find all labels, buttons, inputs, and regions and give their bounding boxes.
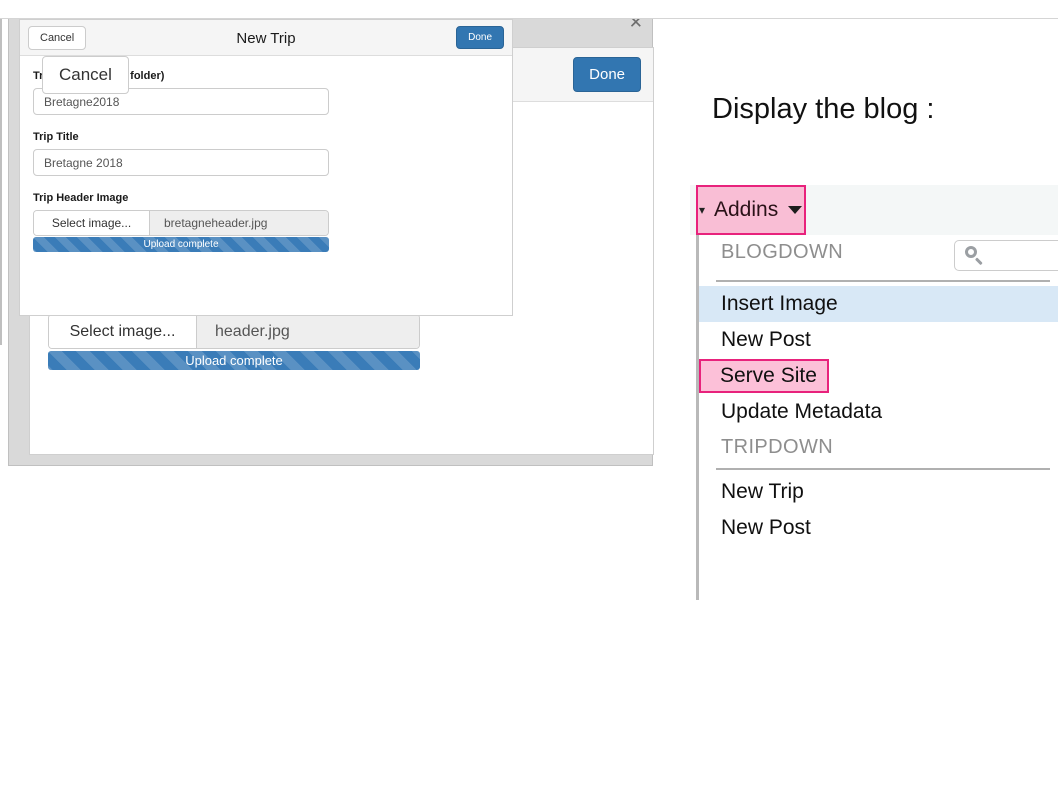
selected-file-name: header.jpg — [197, 315, 419, 348]
done-button-secondary[interactable]: Done — [456, 26, 504, 49]
menu-section-title-1: TRIPDOWN — [721, 436, 834, 458]
menu-item-new-post-tripdown[interactable]: New Post — [699, 510, 1058, 546]
trip-title-input-secondary[interactable]: Bretagne 2018 — [33, 149, 329, 176]
file-picker: Select image... header.jpg — [48, 314, 420, 349]
menu-item-new-trip[interactable]: New Trip — [699, 474, 1058, 510]
right-panel: Display the blog : ▾ Addins BLOGDOWN Ins… — [690, 0, 1058, 794]
selected-file-name-secondary: bretagneheader.jpg — [150, 211, 328, 235]
dialog-title-secondary: New Trip — [236, 30, 296, 47]
cancel-button-secondary[interactable]: Cancel — [28, 25, 87, 50]
addins-dropdown-menu: BLOGDOWN Insert Image New Post Serve Sit… — [696, 235, 1058, 600]
menu-separator-1 — [716, 468, 1050, 470]
addins-button[interactable]: ▾ Addins — [696, 185, 806, 235]
dialog-header-secondary: Cancel New Trip Done — [20, 20, 512, 56]
menu-item-serve-site[interactable]: Serve Site — [699, 359, 829, 393]
menu-separator-0 — [716, 280, 1050, 282]
page-heading: Display the blog : — [712, 93, 935, 125]
cancel-button[interactable]: Cancel — [42, 55, 129, 94]
new-trip-window-secondary: Cancel New Trip Done Trip Name (for the … — [0, 0, 1058, 345]
select-image-button-secondary[interactable]: Select image... — [34, 211, 150, 235]
menu-header-row: BLOGDOWN — [699, 235, 1058, 277]
menu-item-serve-site-wrap: Serve Site — [699, 358, 1058, 394]
done-button[interactable]: Done — [573, 57, 641, 92]
menu-item-new-post-blogdown[interactable]: New Post — [699, 322, 1058, 358]
trip-header-image-label-secondary: Trip Header Image — [33, 192, 129, 204]
menu-item-update-metadata[interactable]: Update Metadata — [699, 394, 1058, 430]
upload-progress-bar-secondary: Upload complete — [33, 237, 329, 252]
chevron-down-icon — [788, 206, 803, 214]
addins-button-label: Addins — [714, 198, 779, 221]
menu-item-insert-image[interactable]: Insert Image — [699, 286, 1058, 322]
trip-title-label-secondary: Trip Title — [33, 131, 79, 143]
upload-progress-bar: Upload complete — [48, 351, 420, 370]
file-picker-secondary: Select image... bretagneheader.jpg — [33, 210, 329, 236]
search-icon — [965, 246, 984, 266]
select-image-button[interactable]: Select image... — [49, 315, 197, 348]
toolbar-caret-partial-icon: ▾ — [699, 203, 706, 217]
search-input[interactable] — [954, 240, 1058, 271]
